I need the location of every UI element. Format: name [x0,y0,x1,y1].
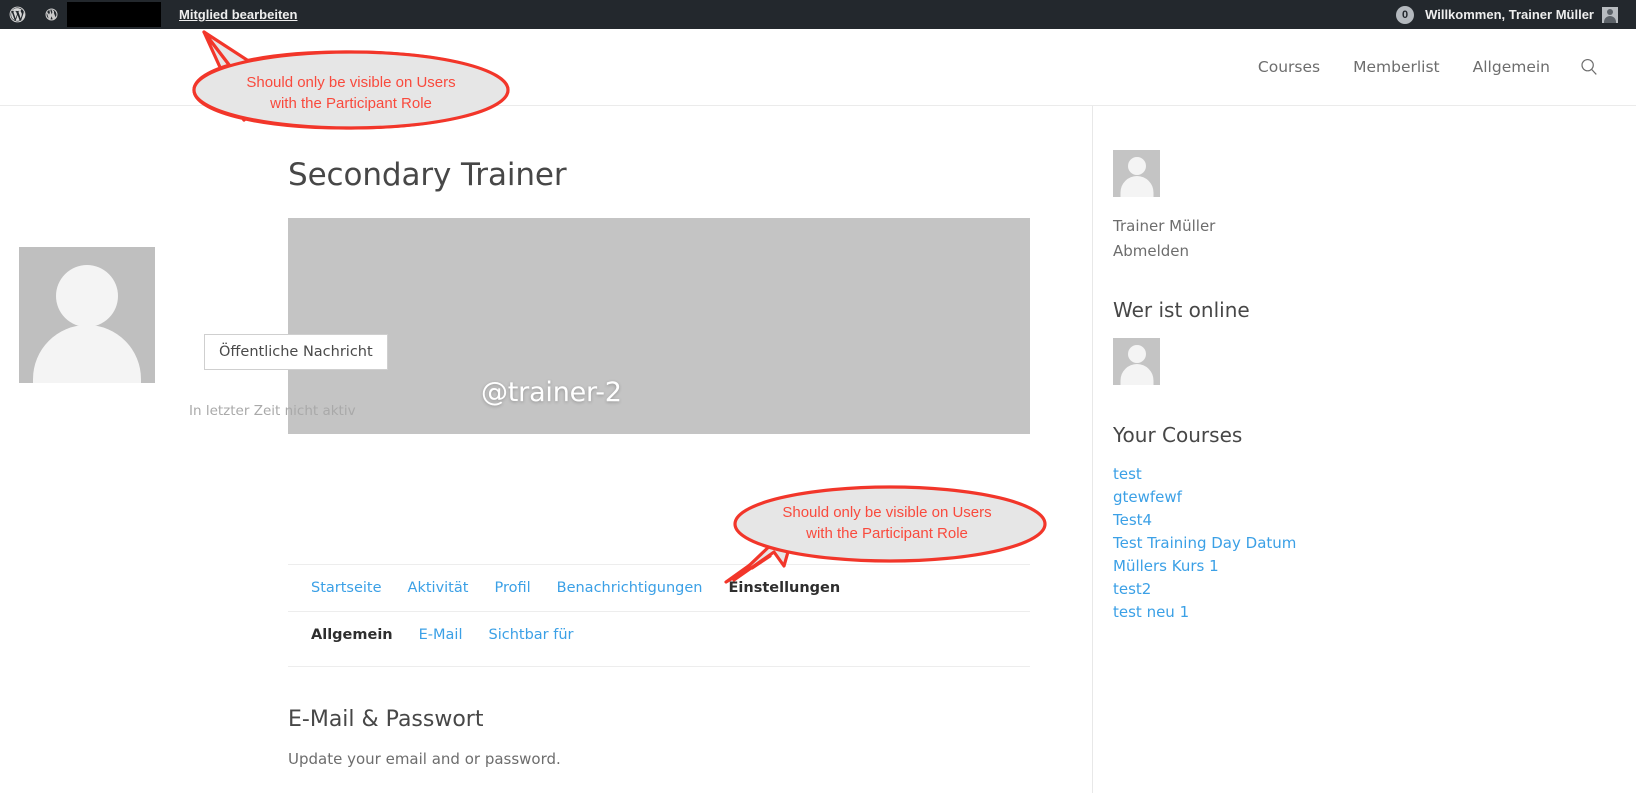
course-link-muellers-kurs-1[interactable]: Müllers Kurs 1 [1113,555,1636,578]
course-link-test4[interactable]: Test4 [1113,509,1636,532]
site-header: Courses Memberlist Allgemein [0,29,1636,106]
tab-startseite[interactable]: Startseite [311,580,382,596]
site-dashboard-icon[interactable] [35,0,170,29]
subtab-email[interactable]: E-Mail [419,627,463,643]
section-title: E-Mail & Passwort [288,707,484,732]
admin-bar-avatar[interactable] [1602,6,1618,23]
wordpress-logo-icon[interactable] [0,0,35,29]
public-message-button[interactable]: Öffentliche Nachricht [204,334,388,370]
page-title: Secondary Trainer [288,157,567,193]
avatar-head-shape [1127,345,1146,363]
avatar-body-shape [1120,364,1153,385]
course-link-test2[interactable]: test2 [1113,578,1636,601]
comments-count-badge[interactable]: 0 [1396,5,1415,24]
tab-einstellungen[interactable]: Einstellungen [729,580,841,596]
section-description: Update your email and or password. [288,750,561,768]
online-user-avatar-icon[interactable] [1113,338,1160,385]
admin-bar-edit-member-link[interactable]: Mitglied bearbeiten [170,0,306,29]
avatar-body-shape [1120,176,1153,197]
subtab-sichtbar-fuer[interactable]: Sichtbar für [488,627,573,643]
course-link-test-training-day-datum[interactable]: Test Training Day Datum [1113,532,1636,555]
nav-item-courses[interactable]: Courses [1258,58,1320,76]
who-is-online-heading: Wer ist online [1113,298,1250,322]
search-icon[interactable] [1578,56,1600,78]
wp-admin-bar: Mitglied bearbeiten 0 Willkommen, Traine… [0,0,1636,29]
course-link-test[interactable]: test [1113,463,1636,486]
admin-bar-left-group: Mitglied bearbeiten [0,0,306,29]
sidebar-user-block: Trainer Müller Abmelden [1113,150,1636,260]
logout-link[interactable]: Abmelden [1113,242,1636,260]
main-content: Secondary Trainer @trainer-2 Öffentliche… [0,106,1092,793]
primary-navigation: Courses Memberlist Allgemein [1258,58,1550,76]
courses-list: test gtewfewf Test4 Test Training Day Da… [1113,463,1636,624]
page-body: Secondary Trainer @trainer-2 Öffentliche… [0,106,1636,793]
your-courses-heading: Your Courses [1113,423,1243,447]
tab-profil[interactable]: Profil [494,580,530,596]
course-link-test-neu-1[interactable]: test neu 1 [1113,601,1636,624]
tab-aktivitaet[interactable]: Aktivität [408,580,469,596]
avatar-head-shape [56,265,118,327]
admin-bar-greeting[interactable]: Willkommen, Trainer Müller [1416,0,1594,29]
profile-cover-image: @trainer-2 [288,218,1030,434]
nav-item-allgemein[interactable]: Allgemein [1473,58,1550,76]
sidebar-user-name: Trainer Müller [1113,217,1216,235]
sidebar: Trainer Müller Abmelden Wer ist online Y… [1092,106,1636,793]
avatar-head-shape [1127,157,1146,175]
tab-benachrichtigungen[interactable]: Benachrichtigungen [557,580,703,596]
avatar-body-shape [33,325,141,383]
course-link-gtewfewf[interactable]: gtewfewf [1113,486,1636,509]
profile-tabs: Startseite Aktivität Profil Benachrichti… [288,564,1030,612]
subtab-allgemein[interactable]: Allgemein [311,627,393,643]
nav-item-memberlist[interactable]: Memberlist [1353,58,1440,76]
last-active-text: In letzter Zeit nicht aktiv [189,403,356,419]
admin-bar-right-group: 0 Willkommen, Trainer Müller [1396,0,1636,29]
redacted-site-name [67,2,161,27]
admin-bar-edge-decoration [1618,6,1628,23]
profile-avatar-icon[interactable] [16,244,158,386]
sidebar-user-avatar-icon[interactable] [1113,150,1160,197]
profile-username: @trainer-2 [481,377,622,408]
settings-subtabs: Allgemein E-Mail Sichtbar für [288,612,1030,667]
